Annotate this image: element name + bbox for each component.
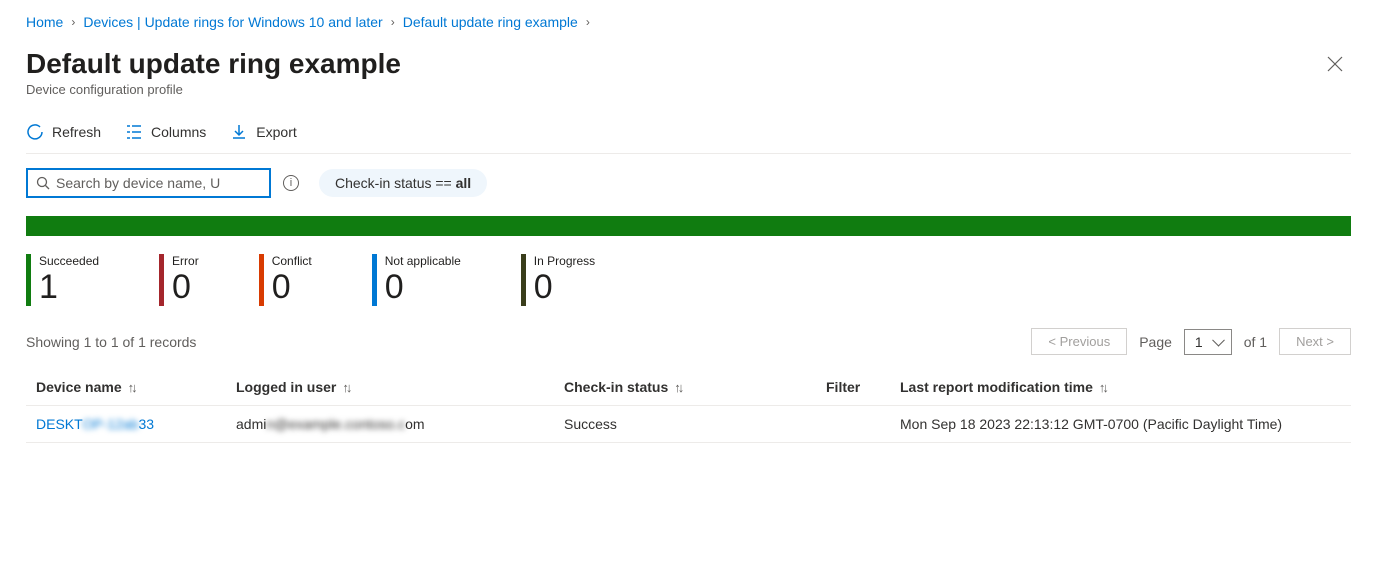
col-header-device-label: Device name	[36, 379, 122, 395]
refresh-icon	[26, 123, 44, 141]
toolbar: Refresh Columns Export	[26, 115, 1351, 154]
col-header-device[interactable]: Device name ↑↓	[36, 379, 236, 395]
close-icon	[1327, 56, 1343, 72]
col-header-user[interactable]: Logged in user ↑↓	[236, 379, 564, 395]
refresh-label: Refresh	[52, 124, 101, 140]
stat-conflict[interactable]: Conflict0	[259, 254, 312, 306]
stat-label: In Progress	[534, 254, 595, 268]
checkin-status-filter[interactable]: Check-in status == all	[319, 169, 487, 197]
table-row[interactable]: DESKTOP-12ab33admin@example.contoso.comS…	[26, 406, 1351, 443]
search-icon	[36, 176, 50, 190]
stat-label: Error	[172, 254, 199, 268]
status-progress-bar	[26, 216, 1351, 236]
sort-icon: ↑↓	[128, 380, 135, 395]
col-header-filter[interactable]: Filter	[826, 379, 900, 395]
stat-label: Conflict	[272, 254, 312, 268]
info-icon[interactable]: i	[283, 175, 299, 191]
cell-logged-in-user: admin@example.contoso.com	[236, 416, 564, 432]
chevron-right-icon: ›	[71, 15, 75, 29]
breadcrumb: Home › Devices | Update rings for Window…	[26, 14, 1351, 30]
chevron-right-icon: ›	[391, 15, 395, 29]
stat-value: 0	[172, 268, 199, 306]
col-header-time-label: Last report modification time	[900, 379, 1093, 395]
page-of-label: of 1	[1244, 334, 1267, 350]
stat-value: 0	[385, 268, 461, 306]
col-header-time[interactable]: Last report modification time ↑↓	[900, 379, 1341, 395]
table-header: Device name ↑↓ Logged in user ↑↓ Check-in …	[26, 369, 1351, 406]
stat-stripe	[259, 254, 264, 306]
sort-icon: ↑↓	[1099, 380, 1106, 395]
stat-label: Not applicable	[385, 254, 461, 268]
stats-row: Succeeded1Error0Conflict0Not applicable0…	[26, 254, 1351, 306]
pagination: < Previous Page 1 of 1 Next >	[1031, 328, 1351, 355]
search-box[interactable]	[26, 168, 271, 198]
stat-stripe	[26, 254, 31, 306]
stat-value: 1	[39, 268, 99, 306]
col-header-user-label: Logged in user	[236, 379, 336, 395]
cell-device-name[interactable]: DESKTOP-12ab33	[36, 416, 236, 432]
stat-stripe	[372, 254, 377, 306]
filter-pill-prefix: Check-in status ==	[335, 175, 456, 191]
stat-stripe	[159, 254, 164, 306]
stat-value: 0	[272, 268, 312, 306]
stat-succeeded[interactable]: Succeeded1	[26, 254, 99, 306]
col-header-status[interactable]: Check-in status ↑↓	[564, 379, 826, 395]
col-header-filter-label: Filter	[826, 379, 860, 395]
cell-modification-time: Mon Sep 18 2023 22:13:12 GMT-0700 (Pacif…	[900, 416, 1341, 432]
columns-button[interactable]: Columns	[125, 123, 206, 141]
sort-icon: ↑↓	[674, 380, 681, 395]
stat-stripe	[521, 254, 526, 306]
next-button[interactable]: Next >	[1279, 328, 1351, 355]
chevron-right-icon: ›	[586, 15, 590, 29]
columns-icon	[125, 123, 143, 141]
previous-button[interactable]: < Previous	[1031, 328, 1127, 355]
stat-label: Succeeded	[39, 254, 99, 268]
refresh-button[interactable]: Refresh	[26, 123, 101, 141]
page-label: Page	[1139, 334, 1172, 350]
sort-icon: ↑↓	[342, 380, 349, 395]
col-header-status-label: Check-in status	[564, 379, 668, 395]
records-count: Showing 1 to 1 of 1 records	[26, 334, 196, 350]
cell-checkin-status: Success	[564, 416, 826, 432]
stat-error[interactable]: Error0	[159, 254, 199, 306]
export-button[interactable]: Export	[230, 123, 296, 141]
export-icon	[230, 123, 248, 141]
columns-label: Columns	[151, 124, 206, 140]
stat-in-progress[interactable]: In Progress0	[521, 254, 595, 306]
stat-value: 0	[534, 268, 595, 306]
filter-pill-value: all	[456, 175, 472, 191]
results-table: Device name ↑↓ Logged in user ↑↓ Check-in …	[26, 369, 1351, 443]
page-subtitle: Device configuration profile	[26, 82, 401, 97]
breadcrumb-current[interactable]: Default update ring example	[403, 14, 578, 30]
breadcrumb-home[interactable]: Home	[26, 14, 63, 30]
page-select[interactable]: 1	[1184, 329, 1232, 355]
stat-not-applicable[interactable]: Not applicable0	[372, 254, 461, 306]
close-button[interactable]	[1319, 48, 1351, 84]
search-input[interactable]	[56, 175, 261, 191]
page-title: Default update ring example	[26, 48, 401, 80]
breadcrumb-devices[interactable]: Devices | Update rings for Windows 10 an…	[83, 14, 382, 30]
export-label: Export	[256, 124, 296, 140]
